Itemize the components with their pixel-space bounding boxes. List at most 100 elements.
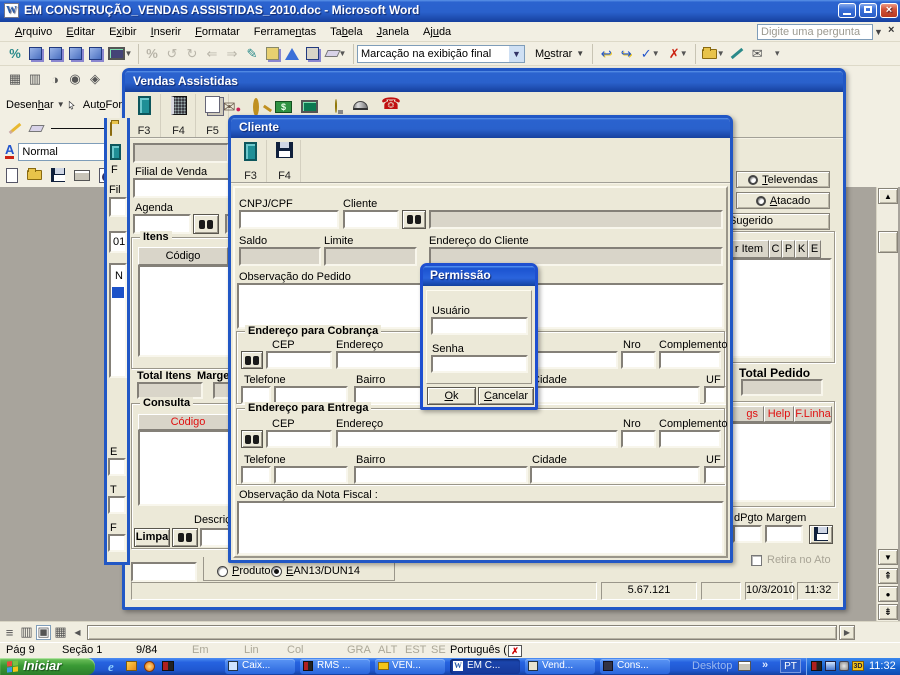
- margem2-input[interactable]: [765, 525, 803, 543]
- help-col-flinha[interactable]: F.Linha: [794, 406, 832, 422]
- lamp-icon[interactable]: [335, 99, 337, 113]
- desenhar-menu[interactable]: Desenhar: [0, 99, 54, 111]
- obs-nf-textarea[interactable]: [237, 501, 724, 555]
- save-order-button[interactable]: [809, 525, 833, 544]
- barcode-input[interactable]: [131, 562, 197, 582]
- styles-icon[interactable]: A: [5, 143, 15, 159]
- ok-button[interactable]: Ok: [427, 387, 476, 405]
- save-button[interactable]: F4: [269, 140, 301, 182]
- itens-col-codigo[interactable]: Código: [138, 247, 228, 265]
- cnpj-input[interactable]: [239, 210, 339, 229]
- task-button-ven[interactable]: VEN...: [375, 659, 445, 674]
- sugerido-box[interactable]: Sugerido: [724, 213, 830, 230]
- pen-icon[interactable]: [8, 122, 22, 135]
- desktop-toolbar-label[interactable]: Desktop: [692, 660, 732, 672]
- style-combo[interactable]: Normal: [18, 142, 115, 161]
- telefone-input[interactable]: [274, 466, 348, 484]
- graphics-tray-icon[interactable]: 3D: [852, 661, 864, 671]
- box-3d-icon[interactable]: [302, 44, 322, 64]
- hscroll-left-icon[interactable]: ◀: [70, 625, 85, 640]
- produto-radio[interactable]: [217, 566, 228, 577]
- endereco-input[interactable]: [336, 430, 618, 448]
- normal-view-icon[interactable]: ≡: [2, 625, 17, 640]
- autoformas-menu[interactable]: AutoFor: [75, 99, 122, 111]
- phone-icon[interactable]: ☎: [381, 97, 401, 113]
- toolbar-close-icon[interactable]: ×: [888, 24, 894, 36]
- produto-radio-label[interactable]: Produto: [232, 565, 271, 577]
- object-box-icon[interactable]: [65, 44, 85, 64]
- browse-prev-icon[interactable]: ⇞: [878, 568, 898, 584]
- mostrar-menu[interactable]: Mostrar: [525, 48, 576, 60]
- atacado-radio[interactable]: [755, 195, 766, 206]
- save-icon[interactable]: [51, 168, 65, 182]
- grid-col-e[interactable]: E: [808, 240, 821, 258]
- menu-inserir[interactable]: Inserir: [144, 26, 189, 38]
- atacado-option[interactable]: Atacado: [736, 192, 830, 209]
- toolbar-options-icon[interactable]: ▾: [767, 44, 787, 64]
- menu-arquivo[interactable]: Arquivo: [8, 26, 59, 38]
- draw-pencil-icon[interactable]: ✎: [242, 44, 262, 64]
- new-document-icon[interactable]: [6, 167, 18, 183]
- cep-search-button[interactable]: [241, 430, 263, 448]
- select-arrow-icon[interactable]: [68, 98, 75, 112]
- formatting-marks-icon[interactable]: %: [5, 44, 25, 64]
- help-col-help[interactable]: Help: [764, 406, 794, 422]
- reviewing-pane-icon[interactable]: ✉: [747, 44, 767, 64]
- mini-field[interactable]: 01: [109, 231, 127, 253]
- chevron-icon[interactable]: »: [762, 659, 768, 671]
- exit-button[interactable]: F3: [128, 94, 161, 137]
- menu-janela[interactable]: Janela: [370, 26, 416, 38]
- insert-object-icon[interactable]: [262, 44, 282, 64]
- task-button-consulta[interactable]: Cons...: [600, 659, 670, 674]
- complemento-input[interactable]: [659, 430, 721, 448]
- menu-tabela[interactable]: Tabela: [323, 26, 369, 38]
- grid-col-c[interactable]: C: [769, 240, 782, 258]
- selected-row[interactable]: [112, 287, 124, 298]
- reject-change-icon[interactable]: ✗ ▼: [664, 44, 692, 64]
- explorer-quicklaunch-icon[interactable]: [126, 661, 137, 671]
- open-icon[interactable]: [27, 168, 42, 180]
- task-button-vendas[interactable]: Vend...: [525, 659, 595, 674]
- horizontal-scrollbar[interactable]: ≡ ▥ ▣ ▦ ◀ ▶: [0, 621, 900, 642]
- screen-icon[interactable]: ▼: [105, 44, 135, 64]
- filial-input[interactable]: [133, 178, 231, 198]
- language-indicator[interactable]: PT: [780, 659, 801, 673]
- print-view-icon[interactable]: ▣: [36, 624, 51, 640]
- complemento-input[interactable]: [659, 351, 721, 369]
- chart-screen-icon[interactable]: [301, 100, 318, 113]
- previous-change-icon[interactable]: ↩: [596, 44, 616, 64]
- print-icon[interactable]: [74, 169, 90, 181]
- exit-button[interactable]: F3: [235, 140, 267, 182]
- minimize-icon[interactable]: [838, 3, 856, 18]
- start-button[interactable]: Iniciar: [0, 658, 95, 675]
- media-quicklaunch-icon[interactable]: [144, 661, 155, 672]
- menu-exibir[interactable]: Exibir: [102, 26, 144, 38]
- menu-ferramentas[interactable]: Ferramentas: [247, 26, 323, 38]
- markup-view-combo[interactable]: Marcação na exibição final ▼: [357, 44, 525, 63]
- nro-input[interactable]: [621, 351, 656, 369]
- word-titlebar[interactable]: W EM CONSTRUÇÃO_VENDAS ASSISTIDAS_2010.d…: [0, 0, 900, 22]
- telefone-ddd-input[interactable]: [241, 466, 271, 484]
- line-style-sample[interactable]: [51, 128, 109, 129]
- task-button-word[interactable]: W EM C...: [450, 659, 520, 674]
- senha-input[interactable]: [431, 355, 528, 373]
- columns-icon[interactable]: ▥: [25, 69, 45, 89]
- uf-input[interactable]: [704, 386, 726, 404]
- menu-editar[interactable]: Editar: [59, 26, 102, 38]
- retira-checkbox[interactable]: [751, 555, 762, 566]
- volume-tray-icon[interactable]: [839, 661, 849, 671]
- grid-col-k[interactable]: K: [795, 240, 808, 258]
- ask-question-box[interactable]: Digite uma pergunta: [757, 24, 873, 40]
- outline-view-icon[interactable]: ▦: [53, 624, 68, 640]
- money-icon[interactable]: $: [275, 101, 292, 113]
- hscroll-right-icon[interactable]: ▶: [839, 624, 855, 640]
- close-icon[interactable]: ×: [880, 3, 898, 18]
- paint-icon[interactable]: [282, 44, 302, 64]
- object-box-icon[interactable]: [85, 44, 105, 64]
- limpa-button[interactable]: Limpa: [134, 528, 170, 547]
- rms-quicklaunch-icon[interactable]: [162, 661, 174, 671]
- highlighter-icon[interactable]: [727, 44, 747, 64]
- cep-input[interactable]: [266, 430, 332, 448]
- mail-icon[interactable]: ✉●: [223, 98, 241, 116]
- ie-quicklaunch-icon[interactable]: e: [108, 659, 114, 675]
